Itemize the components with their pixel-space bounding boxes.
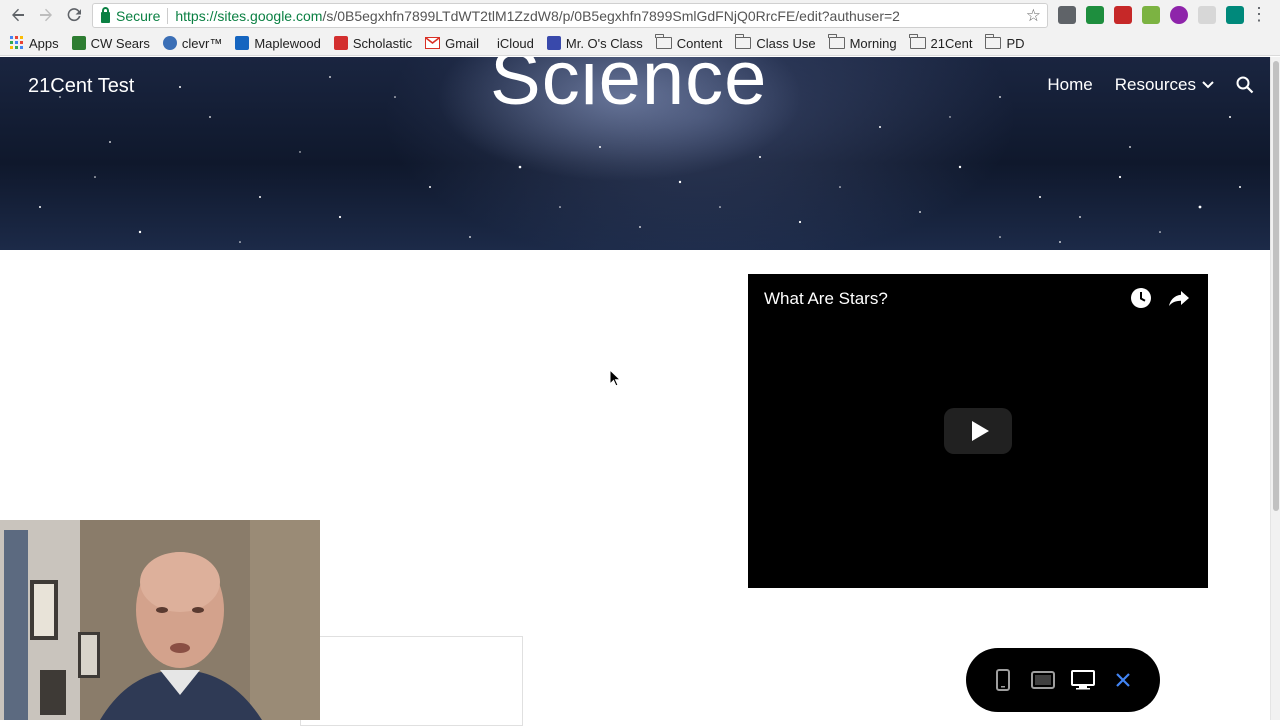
bookmark-folder-pd[interactable]: PD (984, 34, 1025, 51)
folder-icon (909, 34, 926, 49)
mouse-cursor-icon (609, 369, 621, 387)
bookmark-label: Content (676, 35, 723, 51)
play-button[interactable] (944, 408, 1012, 454)
site-title[interactable]: 21Cent Test (28, 75, 134, 98)
bookmark-cw-sears[interactable]: CW Sears (71, 35, 150, 51)
bookmark-label: Mr. O's Class (565, 35, 643, 51)
scrollbar-thumb[interactable] (1273, 61, 1279, 511)
url-domain: https://sites.google.com (175, 7, 323, 24)
bookmark-scholastic[interactable]: Scholastic (333, 35, 413, 51)
close-preview-icon[interactable] (1111, 668, 1135, 692)
reload-icon[interactable] (60, 1, 88, 29)
bookmark-label: iCloud (497, 35, 534, 51)
bookmark-label: Maplewood (254, 35, 321, 51)
bookmark-label: Class Use (756, 35, 816, 51)
nav-home-link[interactable]: Home (1047, 75, 1092, 95)
browser-menu-icon[interactable]: ⋮ (1250, 4, 1268, 25)
url-separator (167, 7, 169, 24)
class-icon (546, 36, 561, 50)
url-text: https://sites.google.com/s/0B5egxhfn7899… (175, 8, 900, 24)
extension-icons (1058, 6, 1244, 24)
folder-icon (655, 34, 672, 49)
presenter-video-image (0, 520, 320, 720)
scholastic-icon (333, 36, 348, 50)
search-icon[interactable] (1236, 76, 1254, 94)
page-scrollbar[interactable] (1270, 57, 1280, 720)
folder-icon (734, 34, 752, 49)
bookmark-label: Morning (849, 35, 897, 51)
extension-4-icon[interactable] (1142, 6, 1160, 24)
desktop-preview-icon[interactable] (1071, 668, 1095, 692)
embedded-video-player[interactable]: What Are Stars? (748, 274, 1208, 588)
clock-icon[interactable] (1130, 287, 1152, 309)
bookmark-label: Scholastic (352, 35, 413, 51)
bookmark-clever[interactable]: clevr™ (162, 35, 223, 51)
maplewood-icon (235, 36, 250, 50)
bookmark-gmail[interactable]: Gmail (425, 36, 479, 51)
share-icon[interactable] (1168, 287, 1190, 309)
nav-resources-label: Resources (1114, 75, 1196, 94)
browser-toolbar: Secure https://sites.google.com/s/0B5egx… (0, 0, 1280, 31)
folder-icon (828, 34, 845, 49)
address-bar[interactable]: Secure https://sites.google.com/s/0B5egx… (92, 3, 1048, 28)
bookmark-label: PD (1006, 35, 1025, 51)
site-navigation: Home Resources (1047, 75, 1254, 95)
lock-icon (101, 6, 110, 23)
apps-grid-icon (10, 36, 23, 49)
bookmark-label: clevr™ (181, 35, 223, 51)
extension-1-icon[interactable] (1058, 6, 1076, 24)
play-icon (971, 421, 989, 441)
url-path: /s/0B5egxhfn7899LTdWT2tlM1ZzdW8/p/0B5egx… (322, 7, 900, 24)
gmail-icon (425, 37, 441, 49)
video-title[interactable]: What Are Stars? (764, 289, 888, 309)
clever-icon (162, 36, 177, 50)
phone-preview-icon[interactable] (991, 668, 1015, 692)
back-arrow-icon[interactable] (4, 1, 32, 29)
cast-icon[interactable] (1226, 6, 1244, 24)
bookmark-label: Apps (29, 35, 59, 51)
bookmark-star-icon[interactable]: ☆ (1026, 6, 1041, 26)
bookmark-folder-class-use[interactable]: Class Use (734, 34, 816, 51)
tablet-preview-icon[interactable] (1031, 668, 1055, 692)
video-actions (1130, 287, 1190, 309)
content-placeholder-frame (300, 636, 523, 726)
extension-2-icon[interactable] (1086, 6, 1104, 24)
bookmark-label: 21Cent (930, 35, 973, 51)
chevron-down-icon (1202, 81, 1214, 89)
site-header-banner: 21Cent Test Science Home Resources (0, 57, 1270, 250)
bookmark-apps[interactable]: Apps (10, 36, 59, 51)
bookmark-icloud[interactable]: iCloud (492, 36, 534, 51)
page-heading: Science (490, 57, 768, 121)
bookmark-mr-os-class[interactable]: Mr. O's Class (546, 35, 643, 51)
extension-3-icon[interactable] (1114, 6, 1132, 24)
webcam-overlay (0, 520, 320, 720)
extension-5-icon[interactable] (1170, 6, 1188, 24)
bookmarks-bar: Apps CW Sears clevr™ Maplewood Scholasti… (0, 31, 1280, 56)
secure-indicator[interactable]: Secure (93, 6, 161, 24)
extension-6-icon[interactable] (1198, 6, 1216, 24)
bookmark-folder-content[interactable]: Content (655, 34, 723, 51)
secure-label: Secure (116, 7, 161, 24)
bookmark-folder-21cent[interactable]: 21Cent (909, 34, 973, 51)
folder-icon (984, 34, 1002, 49)
device-preview-toolbar (966, 648, 1160, 712)
bookmark-label: Gmail (445, 35, 480, 51)
forward-arrow-icon[interactable] (32, 1, 60, 29)
bookmark-maplewood[interactable]: Maplewood (235, 36, 321, 51)
bookmark-label: CW Sears (90, 35, 150, 51)
bookmark-folder-morning[interactable]: Morning (828, 34, 897, 51)
cw-sears-icon (71, 36, 86, 50)
nav-resources-menu[interactable]: Resources (1115, 75, 1214, 95)
